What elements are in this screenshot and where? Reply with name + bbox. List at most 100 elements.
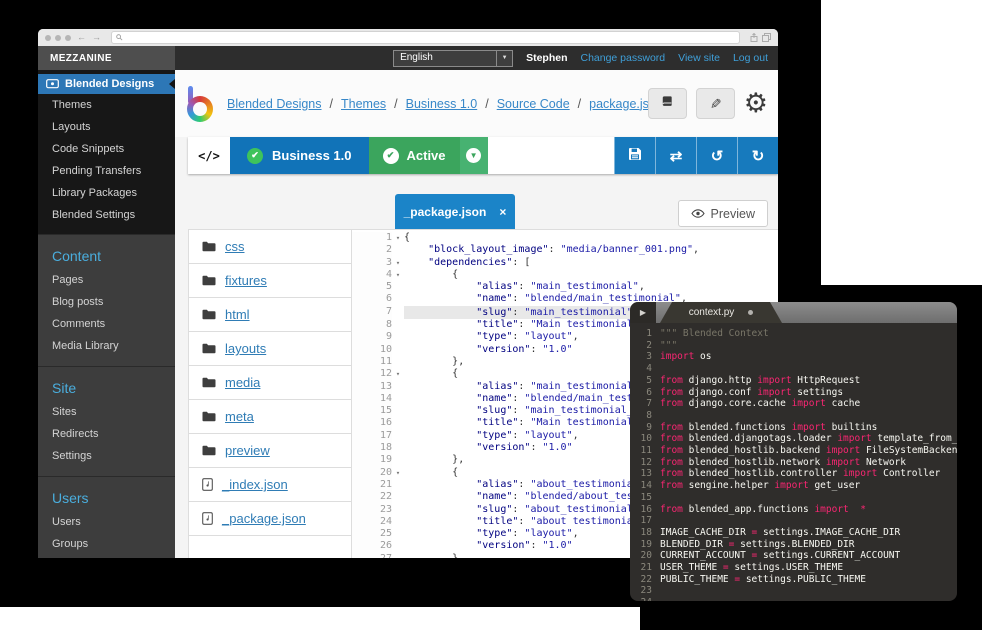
gutter-line-number: 7 xyxy=(630,398,660,410)
edit-button[interactable]: ✎ xyxy=(696,88,735,119)
sidebar-item-pending-transfers[interactable]: Pending Transfers xyxy=(38,160,175,182)
search-icon xyxy=(116,34,123,41)
code-line-content: { xyxy=(404,232,778,244)
tree-link-fixtures[interactable]: fixtures xyxy=(225,273,267,288)
fold-marker xyxy=(392,540,404,552)
forward-button[interactable]: → xyxy=(92,33,101,42)
gutter-line-number: 9 xyxy=(352,331,392,343)
gutter-line-number: 19 xyxy=(630,539,660,551)
close-icon[interactable]: × xyxy=(499,206,506,218)
share-icon[interactable] xyxy=(750,33,758,42)
save-button[interactable] xyxy=(614,137,655,174)
preview-button[interactable]: Preview xyxy=(678,200,768,227)
back-button[interactable]: ← xyxy=(77,33,86,42)
code-line-content: from django.conf import settings xyxy=(660,387,843,399)
tabs-icon[interactable] xyxy=(762,33,771,42)
sidebar-item-themes[interactable]: Themes xyxy=(38,94,175,116)
sidebar-item-layouts[interactable]: Layouts xyxy=(38,116,175,138)
settings-gear-button[interactable]: ⚙ xyxy=(744,90,768,117)
tree-link-preview[interactable]: preview xyxy=(225,443,270,458)
admin-header-right: English ▼ Stephen Change password View s… xyxy=(175,46,778,70)
tree-link-html[interactable]: html xyxy=(225,307,250,322)
language-select[interactable]: English ▼ xyxy=(393,50,513,67)
fold-marker xyxy=(392,504,404,516)
sidebar-item-code-snippets[interactable]: Code Snippets xyxy=(38,138,175,160)
fold-marker xyxy=(392,381,404,393)
sidebar-item-settings[interactable]: Settings xyxy=(38,445,175,467)
code-line: 1""" Blended Context xyxy=(630,328,957,340)
check-icon: ✔ xyxy=(383,148,399,164)
gutter-line-number: 11 xyxy=(630,445,660,457)
python-code[interactable]: 1""" Blended Context2"""3import os45from… xyxy=(630,323,957,601)
traffic-light-dot[interactable] xyxy=(55,35,61,41)
code-line: 21USER_THEME = settings.USER_THEME xyxy=(630,562,957,574)
traffic-light-dot[interactable] xyxy=(65,35,71,41)
page-canvas: ← → MEZZANINE English ▼ xyxy=(0,0,982,630)
tab-context-py[interactable]: context.py xyxy=(660,302,782,323)
preview-label: Preview xyxy=(711,207,755,221)
breadcrumb-separator: / xyxy=(578,97,581,111)
breadcrumb-link-business-1-0[interactable]: Business 1.0 xyxy=(406,97,478,111)
fold-marker xyxy=(392,516,404,528)
fold-marker xyxy=(392,293,404,305)
change-password-link[interactable]: Change password xyxy=(580,52,665,64)
log-out-link[interactable]: Log out xyxy=(733,52,768,64)
traffic-light-dot[interactable] xyxy=(45,35,51,41)
tree-link-media[interactable]: media xyxy=(225,375,260,390)
sidebar-item-blended-designs[interactable]: Blended Designs xyxy=(38,74,175,94)
sidebar-item-sites[interactable]: Sites xyxy=(38,401,175,423)
status-button[interactable]: ✔ Active xyxy=(369,137,460,174)
tab-package-json[interactable]: _package.json × xyxy=(395,194,515,229)
check-icon: ✔ xyxy=(247,148,263,164)
code-line: 16from blended_app.functions import * xyxy=(630,504,957,516)
breadcrumb-link-themes[interactable]: Themes xyxy=(341,97,386,111)
tree-row-layouts: layouts xyxy=(188,332,352,366)
tree-link-package-json[interactable]: _package.json xyxy=(222,511,306,526)
breadcrumb-link-source-code[interactable]: Source Code xyxy=(497,97,570,111)
sidebar-item-library-packages[interactable]: Library Packages xyxy=(38,182,175,204)
tree-row-preview: preview xyxy=(188,434,352,468)
code-line-content: """ Blended Context xyxy=(660,328,769,340)
gutter-line-number: 14 xyxy=(630,480,660,492)
tree-row-package-json: _package.json xyxy=(188,502,352,536)
gutter-line-number: 8 xyxy=(352,319,392,331)
tree-link-layouts[interactable]: layouts xyxy=(225,341,266,356)
fold-marker xyxy=(392,344,404,356)
sidebar-item-users[interactable]: Users xyxy=(38,511,175,533)
fold-marker xyxy=(392,430,404,442)
fold-marker xyxy=(392,442,404,454)
breadcrumb-link-blended-designs[interactable]: Blended Designs xyxy=(227,97,322,111)
gutter-line-number: 26 xyxy=(352,540,392,552)
transfer-button[interactable]: ⇄ xyxy=(655,137,696,174)
code-line: 4▾ { xyxy=(352,269,778,281)
code-line: 22PUBLIC_THEME = settings.PUBLIC_THEME xyxy=(630,574,957,586)
library-button[interactable] xyxy=(648,88,687,119)
fold-marker xyxy=(392,454,404,466)
tree-link-meta[interactable]: meta xyxy=(225,409,254,424)
code-line: 13from blended_hostlib.controller import… xyxy=(630,468,957,480)
gutter-line-number: 7 xyxy=(352,306,392,319)
sidebar-item-media-library[interactable]: Media Library xyxy=(38,335,175,357)
gutter-line-number: 24 xyxy=(352,516,392,528)
gutter-line-number: 11 xyxy=(352,356,392,368)
redo-button[interactable]: ↻ xyxy=(737,137,778,174)
sidebar-section-header-content: Content xyxy=(38,239,175,269)
status-dropdown-button[interactable]: ▼ xyxy=(460,137,488,174)
address-bar[interactable] xyxy=(111,31,740,44)
code-line-content: BLENDED_DIR = settings.BLENDED_DIR xyxy=(660,539,854,551)
sidebar-item-blog-posts[interactable]: Blog posts xyxy=(38,291,175,313)
tree-link-index-json[interactable]: _index.json xyxy=(222,477,288,492)
sidebar-item-blended-settings[interactable]: Blended Settings xyxy=(38,204,175,226)
code-view-button[interactable]: </> xyxy=(188,137,230,174)
sidebar-item-comments[interactable]: Comments xyxy=(38,313,175,335)
sidebar-item-groups[interactable]: Groups xyxy=(38,533,175,555)
version-button[interactable]: ✔ Business 1.0 xyxy=(230,137,369,174)
view-site-link[interactable]: View site xyxy=(678,52,720,64)
sidebar-item-redirects[interactable]: Redirects xyxy=(38,423,175,445)
undo-button[interactable]: ↺ xyxy=(696,137,737,174)
context-tab-bar: ▶ context.py xyxy=(630,302,957,323)
browser-chrome: ← → xyxy=(38,29,778,46)
file-tree: css fixtures html layouts media meta preview _i… xyxy=(188,229,352,558)
sidebar-item-pages[interactable]: Pages xyxy=(38,269,175,291)
tree-link-css[interactable]: css xyxy=(225,239,245,254)
